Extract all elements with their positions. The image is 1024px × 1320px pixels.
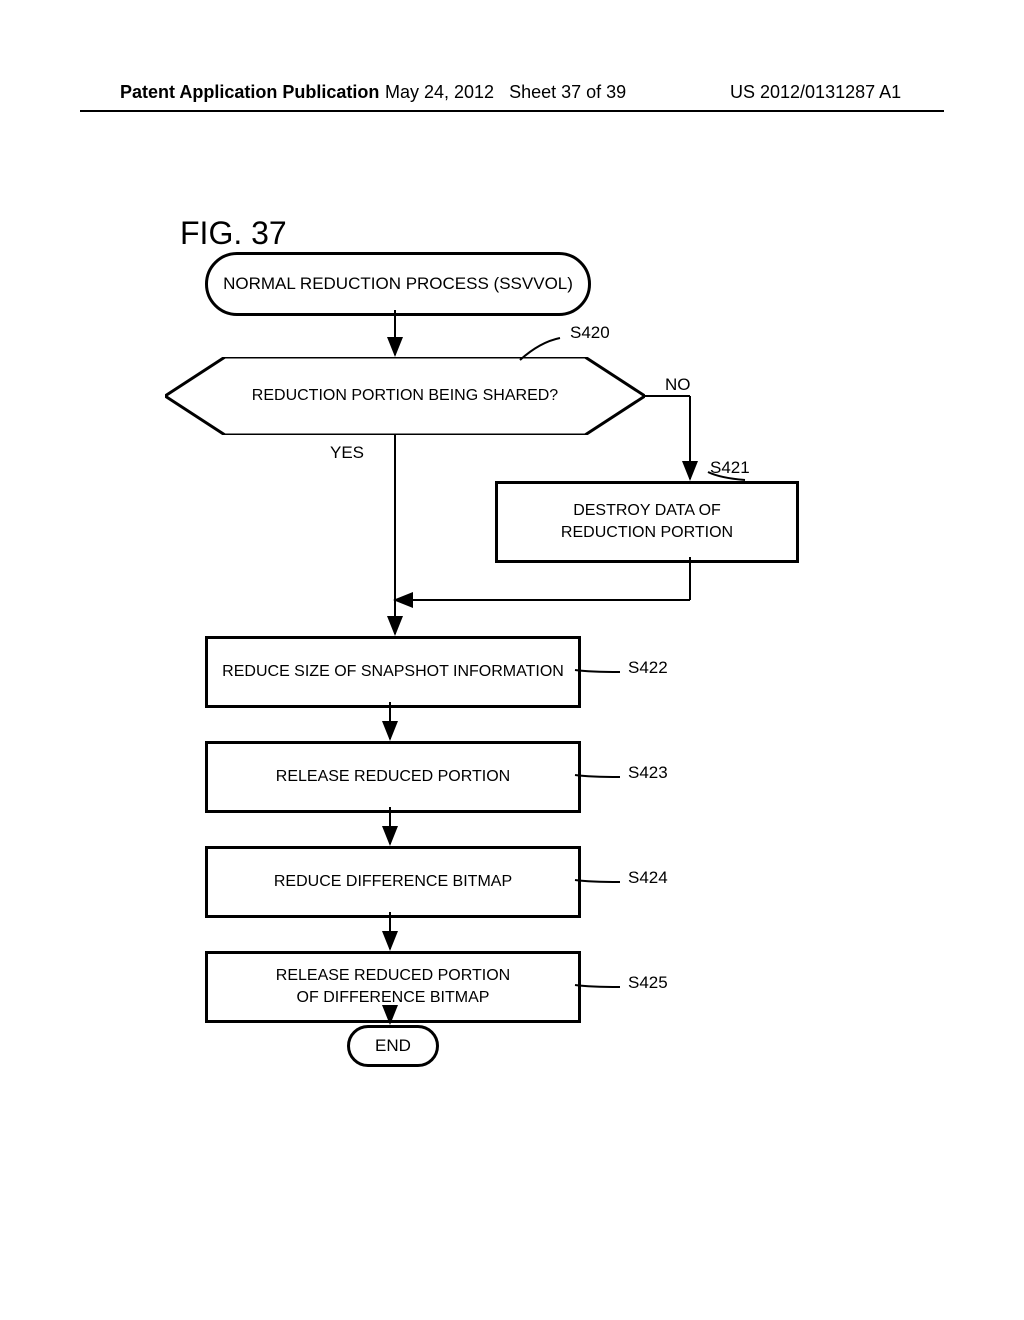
process-s422: REDUCE SIZE OF SNAPSHOT INFORMATION: [205, 636, 581, 708]
header-rule: [80, 110, 944, 112]
end-terminator: END: [347, 1025, 439, 1067]
process-s425: RELEASE REDUCED PORTION OF DIFFERENCE BI…: [205, 951, 581, 1023]
process-s423-text: RELEASE REDUCED PORTION: [276, 766, 510, 788]
process-s424: REDUCE DIFFERENCE BITMAP: [205, 846, 581, 918]
process-destroy: DESTROY DATA OF REDUCTION PORTION: [495, 481, 799, 563]
header-date-text: May 24, 2012: [385, 82, 494, 102]
figure-label: FIG. 37: [180, 215, 287, 252]
header-date: May 24, 2012 Sheet 37 of 39: [385, 82, 626, 103]
header-sheet: Sheet 37 of 39: [509, 82, 626, 102]
step-label-s421: S421: [710, 458, 750, 478]
start-terminator: NORMAL REDUCTION PROCESS (SSVVOL): [205, 252, 591, 316]
process-destroy-text: DESTROY DATA OF REDUCTION PORTION: [561, 500, 733, 543]
process-s422-text: REDUCE SIZE OF SNAPSHOT INFORMATION: [222, 661, 564, 683]
decision-text: REDUCTION PORTION BEING SHARED?: [165, 357, 645, 435]
step-label-s423: S423: [628, 763, 668, 783]
start-text: NORMAL REDUCTION PROCESS (SSVVOL): [223, 274, 573, 294]
step-label-s424: S424: [628, 868, 668, 888]
header-pubno: US 2012/0131287 A1: [730, 82, 901, 103]
process-s423: RELEASE REDUCED PORTION: [205, 741, 581, 813]
header-left: Patent Application Publication: [120, 82, 379, 103]
step-label-s422: S422: [628, 658, 668, 678]
step-label-s425: S425: [628, 973, 668, 993]
page: Patent Application Publication May 24, 2…: [0, 0, 1024, 1320]
end-text: END: [375, 1036, 411, 1056]
no-label: NO: [665, 375, 691, 395]
yes-label: YES: [330, 443, 364, 463]
process-s424-text: REDUCE DIFFERENCE BITMAP: [274, 871, 512, 893]
process-s425-text: RELEASE REDUCED PORTION OF DIFFERENCE BI…: [276, 965, 510, 1008]
step-label-s420: S420: [570, 323, 610, 343]
decision-shared: REDUCTION PORTION BEING SHARED?: [165, 357, 645, 435]
